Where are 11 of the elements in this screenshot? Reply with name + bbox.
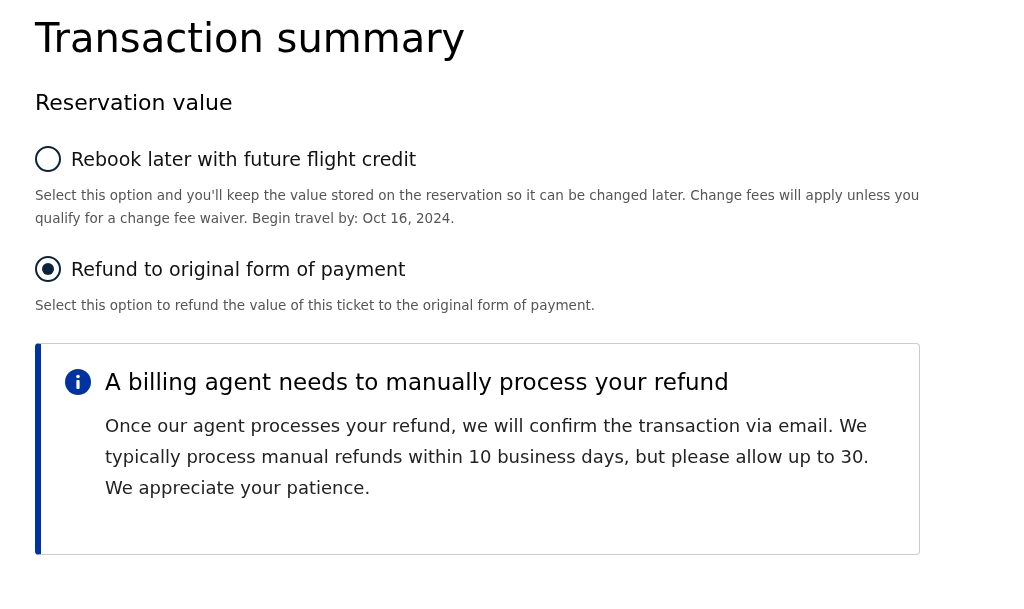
option-description: Select this option and you'll keep the value stored on the reservation so it can be changed later. Change fees will apply unless you qualify for a change fee waiver. Begin travel by: Oct 16, 2024. bbox=[35, 186, 920, 228]
section-heading: Reservation value bbox=[35, 89, 234, 117]
option-description: Select this option to refund the value of this ticket to the original form of payment. bbox=[35, 296, 597, 315]
alert-heading: A billing agent needs to manually process your refund bbox=[105, 368, 729, 397]
alert-message: Once our agent processes your refund, we will confirm the transaction via email. We typically process manual refunds within 10 business days, but please allow up to 30. We appreciate your patience. bbox=[105, 414, 871, 500]
radio-button[interactable] bbox=[35, 256, 61, 282]
radio-option[interactable]: Refund to original form of payment bbox=[35, 256, 920, 282]
radio-button[interactable] bbox=[35, 146, 61, 172]
info-icon bbox=[65, 369, 91, 395]
radio-option[interactable]: Rebook later with future flight credit bbox=[35, 146, 920, 172]
page-title: Transaction summary bbox=[35, 14, 467, 63]
